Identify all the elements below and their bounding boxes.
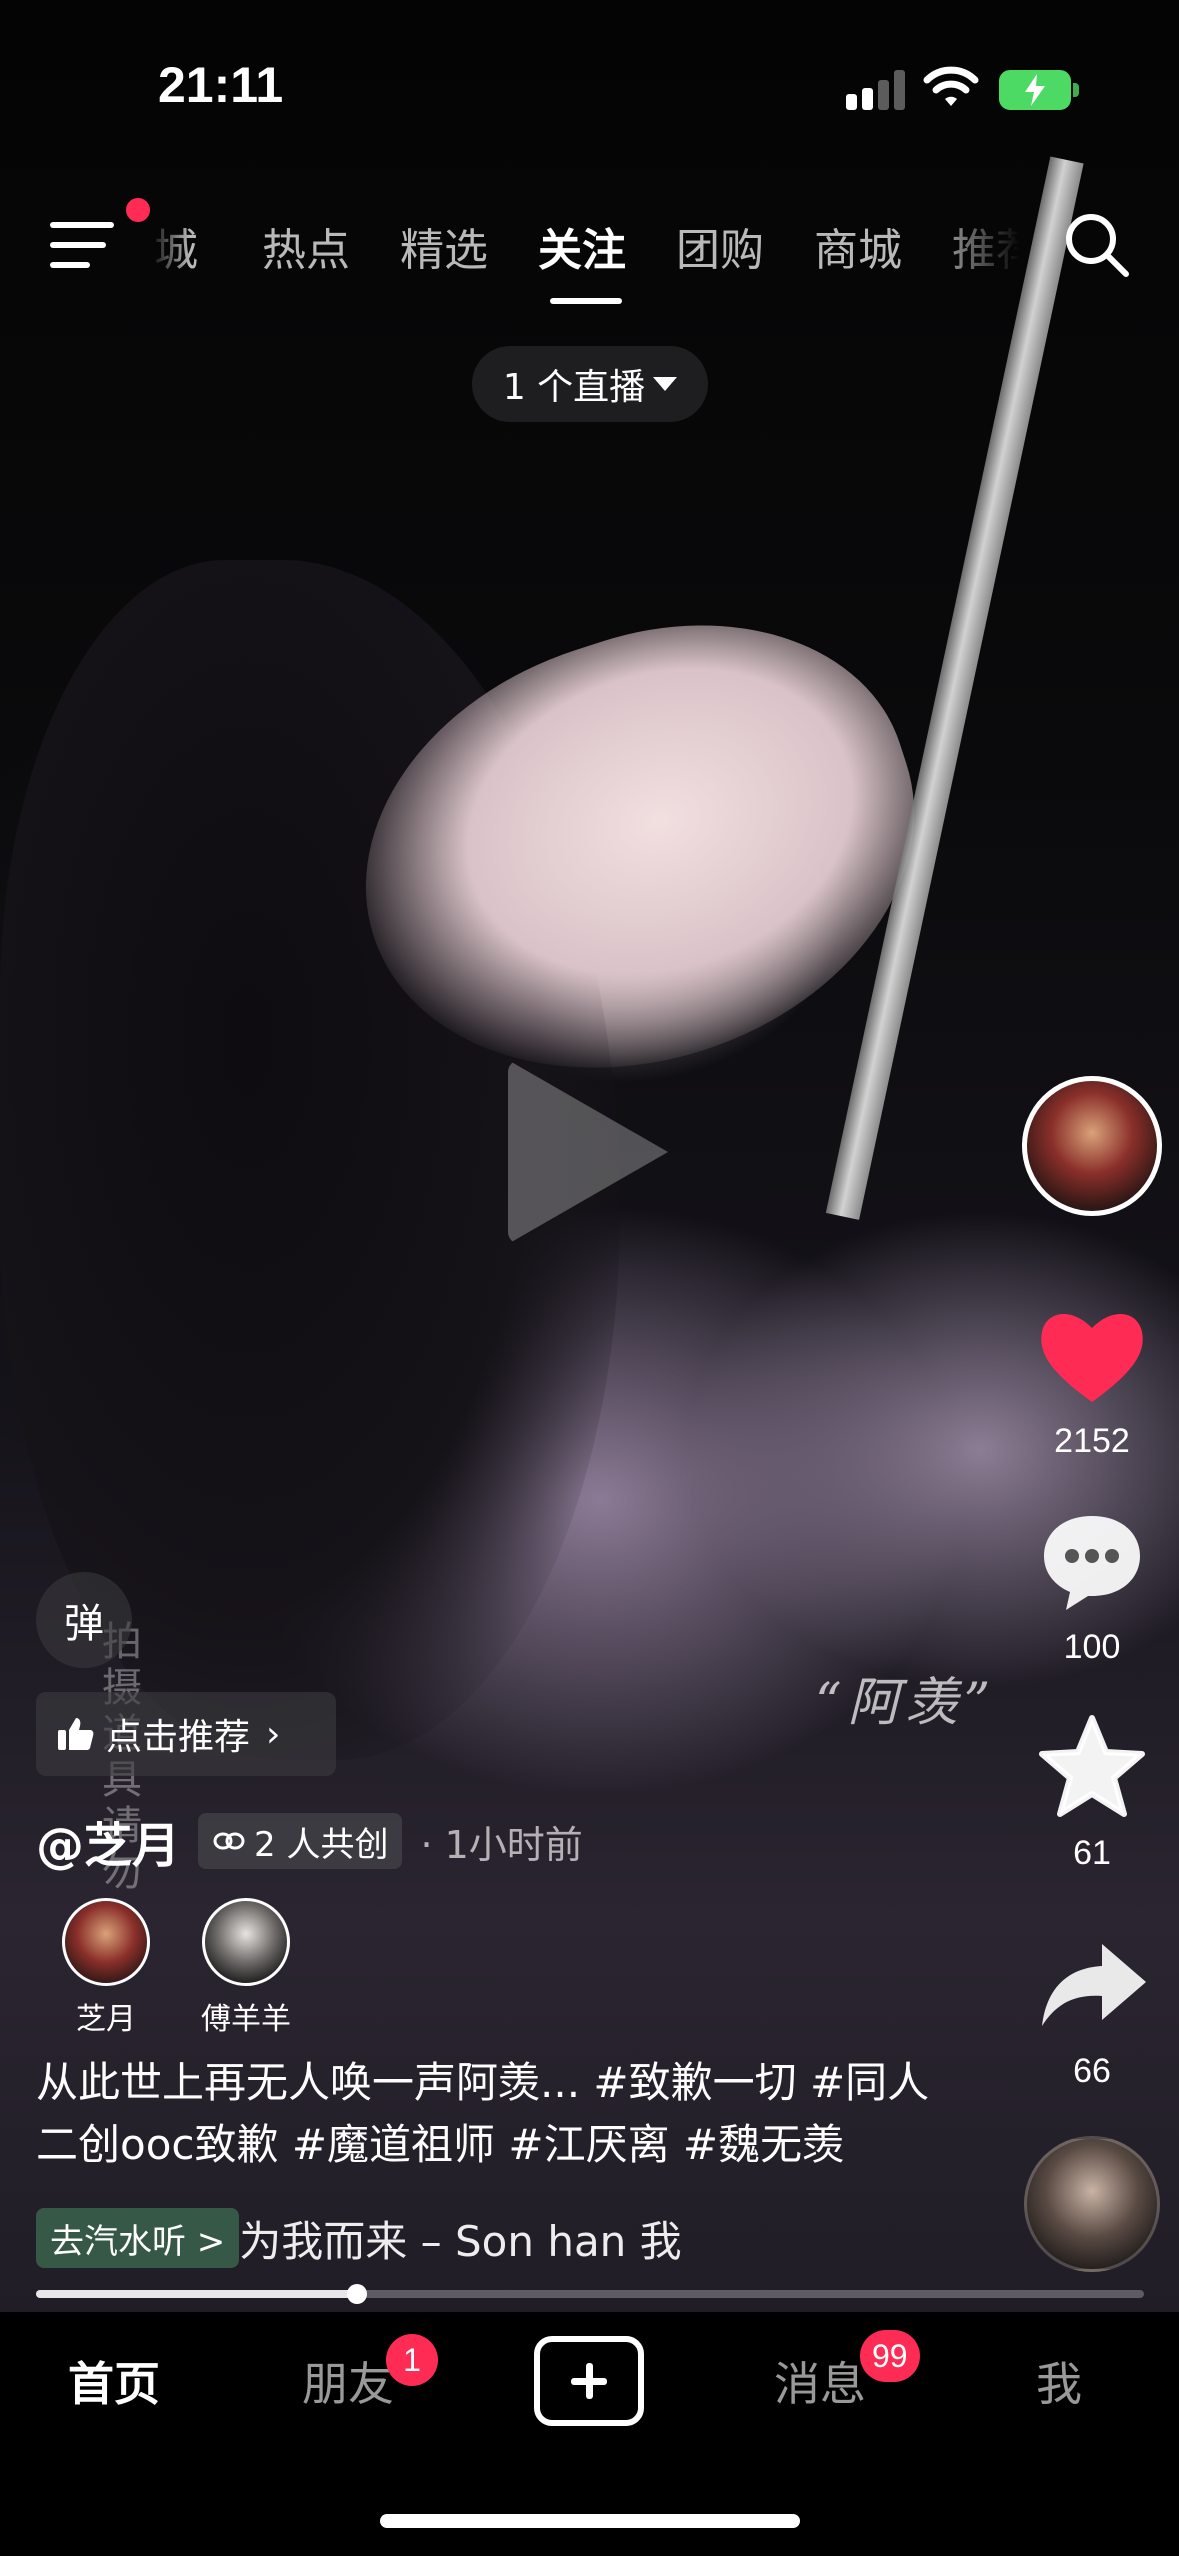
- caret-down-icon: [653, 377, 678, 391]
- search-icon[interactable]: [1064, 212, 1130, 278]
- open-music-app-button[interactable]: 去汽水听 >: [36, 2208, 240, 2268]
- menu-notification-dot: [126, 198, 150, 222]
- live-count-dropdown[interactable]: 1 个直播: [472, 346, 708, 422]
- tab-me[interactable]: 我: [1036, 2348, 1082, 2414]
- author-avatar[interactable]: [1022, 1076, 1162, 1216]
- recommend-button[interactable]: 点击推荐 ›: [36, 1692, 336, 1776]
- avatar: [62, 1898, 150, 1986]
- share-button[interactable]: 66: [1030, 1930, 1154, 2091]
- comment-icon: [1044, 1516, 1140, 1610]
- chevron-right-icon: ›: [266, 1713, 281, 1755]
- cocreators-list: 芝月 傅羊羊: [56, 1898, 336, 2038]
- tab-friends[interactable]: 朋友: [302, 2348, 394, 2414]
- recommend-label: 点击推荐: [106, 1717, 251, 1758]
- share-count: 66: [1073, 2052, 1111, 2090]
- top-tabs: 同城 热点 精选 关注 团购 商城 推荐: [150, 214, 1020, 294]
- tab-messages[interactable]: 消息: [774, 2348, 866, 2414]
- cocreator-item[interactable]: 傅羊羊: [196, 1898, 296, 2038]
- video-progress-bar[interactable]: [36, 2284, 1144, 2304]
- like-count: 2152: [1054, 1422, 1130, 1460]
- video-watermark: “阿羡”: [815, 1673, 997, 1733]
- tab-featured[interactable]: 精选: [400, 214, 488, 278]
- thumbs-up-icon: [58, 1718, 94, 1750]
- battery-icon: [999, 70, 1079, 110]
- tab-local[interactable]: 同城: [150, 214, 198, 278]
- heart-icon: [1041, 1314, 1143, 1402]
- tab-recommend[interactable]: 推荐: [952, 214, 1020, 278]
- comment-button[interactable]: 100: [1030, 1506, 1154, 1667]
- home-indicator: [380, 2514, 800, 2528]
- tab-hot[interactable]: 热点: [262, 214, 350, 278]
- cocreator-item[interactable]: 芝月: [56, 1898, 156, 2038]
- tab-mall[interactable]: 商城: [814, 214, 902, 278]
- danmu-toggle-button[interactable]: 弹: [36, 1572, 132, 1668]
- like-button[interactable]: 2152: [1030, 1300, 1154, 1461]
- favorite-button[interactable]: 61: [1030, 1712, 1154, 1873]
- star-icon: [1039, 1715, 1145, 1817]
- wifi-icon: [923, 66, 979, 106]
- progress-fill: [36, 2290, 358, 2298]
- comment-count: 100: [1063, 1628, 1121, 1666]
- status-bar: 21:11: [0, 0, 1179, 150]
- cellular-signal-icon: [846, 70, 908, 110]
- tab-following[interactable]: 关注: [538, 214, 626, 278]
- avatar: [202, 1898, 290, 1986]
- link-icon: [213, 1832, 245, 1850]
- menu-icon[interactable]: [50, 222, 114, 270]
- music-disc-avatar[interactable]: [1024, 2136, 1160, 2272]
- play-icon[interactable]: [508, 1060, 668, 1244]
- post-time: · 1小时前: [420, 1822, 583, 1867]
- cocreate-label: 2 人共创: [254, 1824, 389, 1865]
- messages-badge: 99: [860, 2330, 920, 2382]
- cocreator-name: 傅羊羊: [201, 2002, 291, 2037]
- favorite-count: 61: [1073, 1834, 1111, 1872]
- tab-group-buy[interactable]: 团购: [676, 214, 764, 278]
- author-row: @芝月 2 人共创 · 1小时前: [36, 1806, 583, 1876]
- live-count-label: 1 个直播: [502, 367, 646, 408]
- music-row[interactable]: 去汽水听 > 为我而来 – Son han 我: [36, 2208, 736, 2268]
- cocreator-name: 芝月: [76, 2002, 136, 2037]
- cocreate-badge[interactable]: 2 人共创: [198, 1813, 403, 1869]
- active-tab-indicator: [550, 298, 622, 304]
- music-title: 为我而来 – Son han 我: [239, 2216, 682, 2266]
- friends-badge: 1: [386, 2334, 438, 2386]
- share-icon: [1042, 1944, 1146, 2026]
- tab-home[interactable]: 首页: [68, 2348, 160, 2414]
- status-time: 21:11: [158, 57, 284, 113]
- video-caption[interactable]: 从此世上再无人唤一声阿羡... #致歉一切 #同人二创ooc致歉 #魔道祖师 #…: [36, 2052, 936, 2176]
- author-name[interactable]: @芝月: [36, 1806, 180, 1876]
- create-post-button[interactable]: [534, 2336, 644, 2426]
